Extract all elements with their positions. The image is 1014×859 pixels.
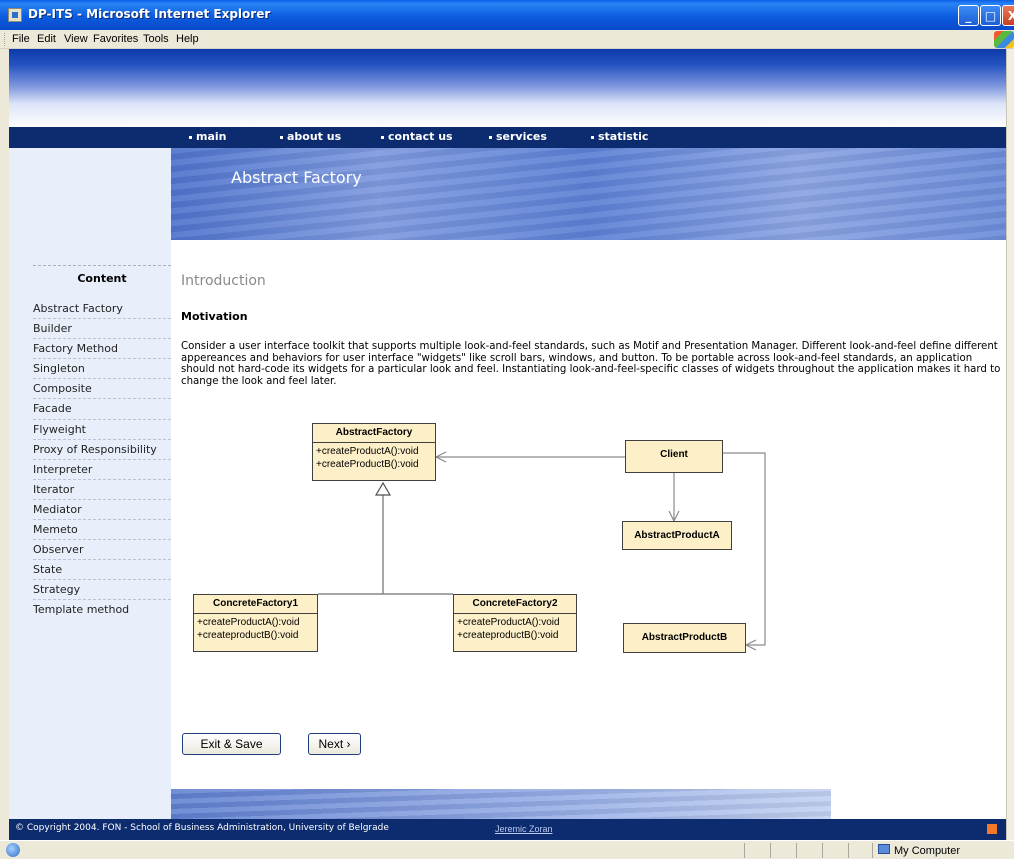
toolbar-grip bbox=[4, 33, 7, 46]
minimize-button[interactable]: _ bbox=[958, 5, 979, 26]
sidebar-item-builder[interactable]: Builder bbox=[33, 319, 171, 340]
sidebar-item-template-method[interactable]: Template method bbox=[33, 600, 171, 620]
uml-op: +createProductA():void bbox=[197, 617, 300, 628]
subheading: Motivation bbox=[181, 310, 248, 323]
uml-product-a: AbstractProductA bbox=[622, 521, 732, 550]
bullet-icon bbox=[280, 135, 283, 139]
sidebar-heading: Content bbox=[33, 265, 171, 295]
banner-title: Abstract Factory bbox=[231, 168, 362, 187]
sidebar-item-factory-method[interactable]: Factory Method bbox=[33, 339, 171, 360]
sidebar-item-state[interactable]: State bbox=[33, 560, 171, 581]
uml-product-b: AbstractProductB bbox=[623, 623, 746, 653]
footer-author-link[interactable]: Jeremic Zoran bbox=[495, 824, 553, 834]
next-button[interactable]: Next › bbox=[308, 733, 361, 755]
status-separator bbox=[872, 843, 873, 858]
close-button[interactable]: X bbox=[1002, 5, 1014, 26]
window-title: DP-ITS - Microsoft Internet Explorer bbox=[28, 7, 271, 21]
uml-class-name: AbstractProductA bbox=[634, 530, 720, 541]
footer-band bbox=[171, 789, 831, 819]
uml-op: +createProductA():void bbox=[316, 446, 419, 457]
uml-op: +createProductA():void bbox=[457, 617, 560, 628]
motivation-paragraph: Consider a user interface toolkit that s… bbox=[181, 341, 1001, 387]
footer-icon bbox=[987, 824, 997, 834]
inherit-triangle bbox=[374, 481, 392, 496]
sidebar-item-abstract-factory[interactable]: Abstract Factory bbox=[33, 299, 171, 320]
sidebar-item-composite[interactable]: Composite bbox=[33, 379, 171, 400]
site-header bbox=[9, 49, 1006, 127]
nav-main[interactable]: main bbox=[189, 130, 227, 143]
menu-bar: File Edit View Favorites Tools Help bbox=[0, 30, 1014, 49]
status-separator bbox=[770, 843, 771, 858]
uml-concrete-factory-1: ConcreteFactory1 +createProductA():void … bbox=[193, 594, 318, 652]
sidebar-item-mediator[interactable]: Mediator bbox=[33, 500, 171, 521]
status-bar: My Computer bbox=[0, 840, 1014, 859]
exit-save-button[interactable]: Exit & Save bbox=[182, 733, 281, 755]
computer-icon bbox=[878, 844, 890, 854]
menu-file[interactable]: File bbox=[12, 33, 30, 45]
sidebar-item-observer[interactable]: Observer bbox=[33, 540, 171, 561]
menu-help[interactable]: Help bbox=[176, 33, 199, 45]
status-separator bbox=[848, 843, 849, 858]
uml-op: +createproductB():void bbox=[457, 630, 559, 641]
menu-edit[interactable]: Edit bbox=[37, 33, 56, 45]
sidebar-item-iterator[interactable]: Iterator bbox=[33, 480, 171, 500]
security-zone: My Computer bbox=[894, 845, 961, 857]
status-separator bbox=[744, 843, 745, 858]
uml-class-name: Client bbox=[660, 449, 688, 460]
nav-about-us[interactable]: about us bbox=[280, 130, 341, 143]
ie-window-icon[interactable] bbox=[8, 8, 22, 22]
uml-op: +createProductB():void bbox=[316, 459, 419, 470]
page-banner: Abstract Factory bbox=[171, 148, 1006, 240]
sidebar-item-singleton[interactable]: Singleton bbox=[33, 359, 171, 380]
bullet-icon bbox=[381, 135, 384, 139]
bullet-icon bbox=[489, 135, 492, 139]
bullet-icon bbox=[591, 135, 594, 139]
vertical-scrollbar[interactable] bbox=[1006, 49, 1014, 840]
window-left-border bbox=[0, 49, 9, 840]
maximize-button[interactable]: □ bbox=[980, 5, 1001, 26]
menu-favorites[interactable]: Favorites bbox=[93, 33, 138, 45]
arrowhead-factory bbox=[434, 451, 447, 463]
page-status-icon bbox=[6, 843, 20, 857]
status-separator bbox=[796, 843, 797, 858]
arrowhead-product-b bbox=[744, 639, 757, 651]
uml-class-name: ConcreteFactory2 bbox=[472, 598, 558, 609]
status-separator bbox=[822, 843, 823, 858]
uml-concrete-factory-2: ConcreteFactory2 +createProductA():void … bbox=[453, 594, 577, 652]
menu-view[interactable]: View bbox=[64, 33, 88, 45]
sidebar-item-interpreter[interactable]: Interpreter bbox=[33, 460, 171, 480]
nav-services[interactable]: services bbox=[489, 130, 547, 143]
footer-copyright: © Copyright 2004. FON - School of Busine… bbox=[15, 823, 389, 833]
sidebar-item-memeto[interactable]: Memeto bbox=[33, 520, 171, 541]
sidebar-list: Abstract Factory Builder Factory Method … bbox=[33, 299, 171, 621]
sidebar-item-facade[interactable]: Facade bbox=[33, 399, 171, 420]
sidebar-item-strategy[interactable]: Strategy bbox=[33, 580, 171, 601]
uml-abstract-factory: AbstractFactory +createProductA():void +… bbox=[312, 423, 436, 481]
uml-class-name: AbstractProductB bbox=[641, 632, 728, 643]
uml-op: +createproductB():void bbox=[197, 630, 299, 641]
uml-class-name: AbstractFactory bbox=[335, 427, 413, 438]
nav-statistic[interactable]: statistic bbox=[591, 130, 648, 143]
uml-class-name: ConcreteFactory1 bbox=[212, 598, 299, 609]
uml-client: Client bbox=[625, 440, 723, 473]
nav-contact-us[interactable]: contact us bbox=[381, 130, 453, 143]
arrowhead-product-a bbox=[668, 510, 680, 523]
bullet-icon bbox=[189, 135, 192, 139]
site-nav: main about us contact us services statis… bbox=[9, 127, 1006, 148]
title-bar: DP-ITS - Microsoft Internet Explorer _ □… bbox=[0, 0, 1014, 30]
menu-tools[interactable]: Tools bbox=[143, 33, 169, 45]
sidebar-item-flyweight[interactable]: Flyweight bbox=[33, 420, 171, 440]
page-viewport: main about us contact us services statis… bbox=[9, 49, 1006, 840]
footer-bar: © Copyright 2004. FON - School of Busine… bbox=[9, 819, 1006, 840]
section-title: Introduction bbox=[181, 273, 266, 289]
sidebar-item-proxy-of-responsibility[interactable]: Proxy of Responsibility bbox=[33, 440, 171, 460]
windows-logo-icon bbox=[994, 31, 1014, 48]
